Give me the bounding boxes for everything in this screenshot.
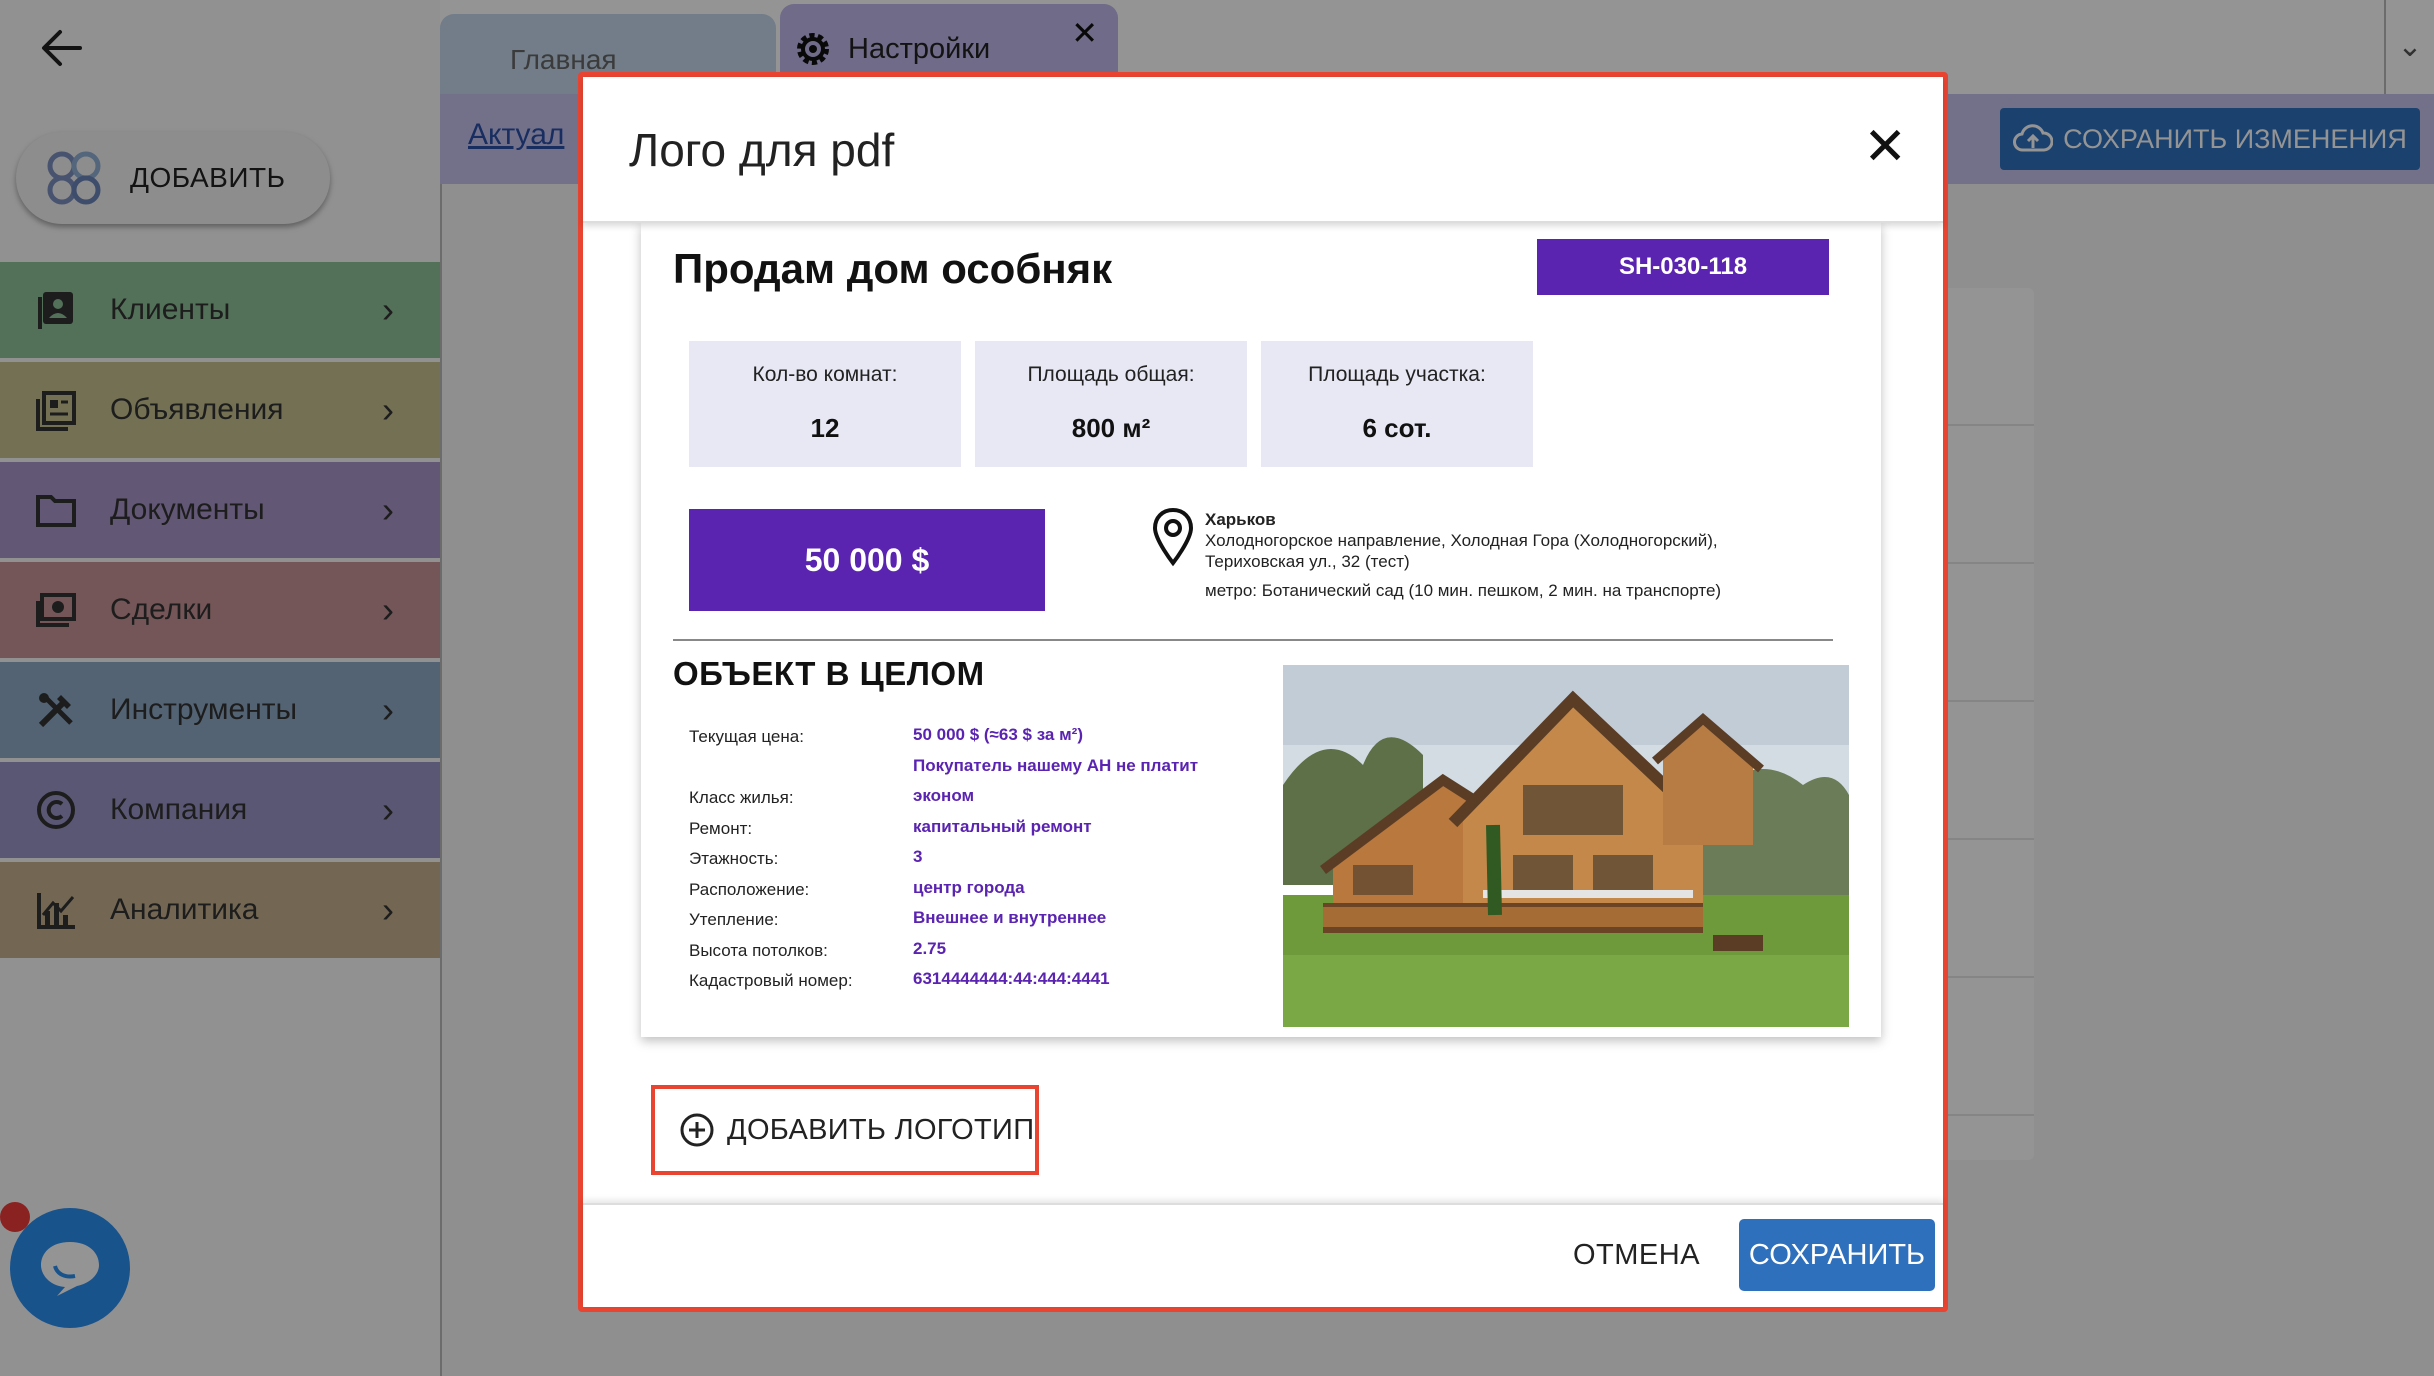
property-key: Расположение:: [689, 879, 810, 899]
property-key: Утепление:: [689, 910, 779, 929]
address-city: Харьков: [1205, 510, 1276, 529]
property-key: Ремонт:: [689, 818, 753, 838]
dialog-body: Продам дом особняк SH-030-118 Кол-во ком…: [583, 223, 1943, 1203]
listing-code-badge: SH-030-118: [1537, 239, 1829, 295]
house-photo: [1283, 665, 1849, 1027]
stat-value: 6 сот.: [1362, 413, 1432, 443]
pdf-preview: Продам дом особняк SH-030-118 Кол-во ком…: [641, 223, 1881, 1037]
property-value: 6314444444:44:444:4441: [913, 969, 1110, 988]
address-line: Холодногорское направление, Холодная Гор…: [1205, 531, 1718, 550]
address-line: Териховская ул., 32 (тест): [1205, 552, 1410, 571]
property-value: 2.75: [913, 938, 947, 958]
property-value: 3: [913, 847, 923, 866]
property-key: Текущая цена:: [689, 727, 804, 746]
stat-value: 800 м²: [1071, 413, 1151, 443]
property-key: Кадастровый номер:: [689, 971, 853, 990]
property-key: Класс жилья:: [689, 788, 794, 807]
pdf-title: Продам дом особняк: [673, 245, 1113, 292]
property-value: Внешнее и внутреннее: [913, 908, 1107, 927]
stat-total-area: Площадь общая: 800 м²: [975, 341, 1247, 467]
stat-value: 12: [810, 413, 840, 443]
divider: [673, 639, 1833, 641]
stat-plot-area: Площадь участка: 6 сот.: [1261, 341, 1533, 467]
property-key: Высота потолков:: [689, 940, 828, 960]
location-pin-icon: [1152, 507, 1194, 567]
property-value: 50 000 $ (≈63 $ за м²): [913, 725, 1083, 744]
section-title: ОБЪЕКТ В ЦЕЛОМ: [673, 655, 985, 692]
logo-pdf-dialog: Лого для pdf ✕ Продам дом особняк SH-030…: [578, 72, 1948, 1312]
dialog-header: Лого для pdf ✕: [583, 77, 1943, 223]
cancel-button[interactable]: ОТМЕНА: [1573, 1239, 1700, 1272]
property-value: центр города: [913, 877, 1025, 897]
add-circle-icon: [680, 1113, 714, 1147]
property-key: Этажность:: [689, 849, 779, 868]
add-logo-label: ДОБАВИТЬ ЛОГОТИП: [727, 1113, 1035, 1146]
dialog-footer: ОТМЕНА СОХРАНИТЬ: [583, 1203, 1943, 1307]
price-badge: 50 000 $: [689, 509, 1045, 611]
stat-label: Кол-во комнат:: [752, 363, 898, 386]
save-button[interactable]: СОХРАНИТЬ: [1739, 1219, 1935, 1291]
save-button-label: СОХРАНИТЬ: [1748, 1238, 1926, 1271]
property-value: капитальный ремонт: [913, 816, 1092, 836]
stat-label: Площадь общая:: [1027, 363, 1195, 386]
address-block: Харьков Холодногорское направление, Холо…: [1205, 509, 1721, 601]
address-metro: метро: Ботанический сад (10 мин. пешком,…: [1205, 581, 1722, 600]
property-value: Покупатель нашему АН не платит: [913, 755, 1199, 775]
close-icon[interactable]: ✕: [1863, 121, 1907, 173]
stat-rooms: Кол-во комнат: 12: [689, 341, 961, 467]
add-logo-button[interactable]: ДОБАВИТЬ ЛОГОТИП: [651, 1085, 1039, 1175]
property-value: эконом: [913, 786, 975, 805]
stat-label: Площадь участка:: [1308, 363, 1486, 386]
dialog-title: Лого для pdf: [629, 124, 895, 176]
